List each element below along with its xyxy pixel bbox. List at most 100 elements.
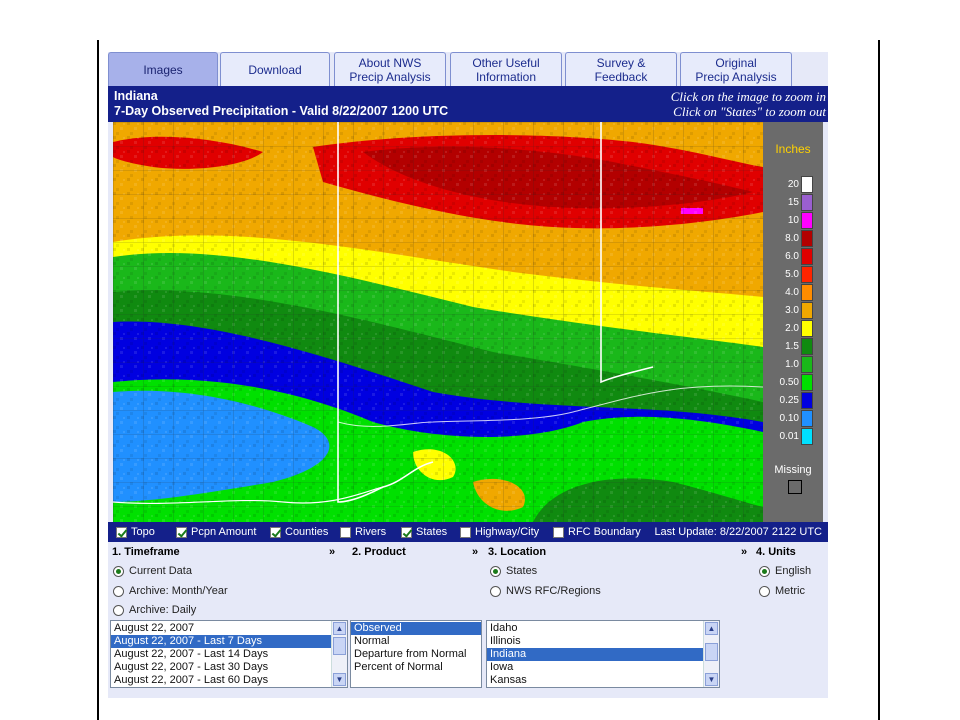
scroll-up-icon[interactable]: ▲ [333,622,346,635]
legend-swatch [801,230,813,247]
list-item[interactable]: August 22, 2007 - Last 7 Days [111,635,347,648]
radio-button[interactable] [759,585,770,597]
tab-original[interactable]: Original Precip Analysis [680,52,792,86]
checkbox-counties[interactable] [270,526,281,538]
section-product: 2. Product [352,546,406,558]
list-item[interactable]: Illinois [487,635,719,648]
tab-about-nws[interactable]: About NWS Precip Analysis [334,52,446,86]
tab-label-line2: Precip Analysis [695,69,777,84]
timeframe-list[interactable]: August 22, 2007 August 22, 2007 - Last 7… [110,620,348,688]
option-pcpn-amount[interactable]: Pcpn Amount [176,526,256,538]
list-item[interactable]: Normal [351,635,481,648]
zoom-hints: Click on the image to zoom in Click on "… [671,89,826,119]
list-item[interactable]: Percent of Normal [351,661,481,674]
tab-other-info[interactable]: Other Useful Information [450,52,562,86]
option-states[interactable]: States [401,526,447,538]
scroll-down-icon[interactable]: ▼ [705,673,718,686]
scrollbar[interactable]: ▲ ▼ [331,621,347,687]
option-highway-city[interactable]: Highway/City [460,526,539,538]
radio-label: Archive: Month/Year [129,585,228,597]
checkbox-topo[interactable] [116,526,127,538]
list-item[interactable]: Kansas [487,674,719,687]
legend-panel: Inches 20 15 10 8.0 6.0 5.0 4.0 3.0 2.0 1.5 1.0 0.5… [763,122,823,522]
legend-row: 8.0 [763,230,823,247]
radio-button[interactable] [490,565,501,577]
radio-current-data[interactable]: Current Data [113,565,192,577]
list-item[interactable]: August 22, 2007 - Last 14 Days [111,648,347,661]
radio-archive-daily[interactable]: Archive: Daily [113,604,196,616]
arrow-timeframe[interactable]: » [329,546,335,558]
list-item[interactable]: Indiana [487,648,719,661]
legend-row: 5.0 [763,266,823,283]
legend-row: 0.50 [763,374,823,391]
tab-label-line2: Feedback [594,69,648,84]
precipitation-map-image[interactable] [113,122,763,522]
tab-download[interactable]: Download [220,52,330,86]
section-units: 4. Units [756,546,796,558]
scrollbar[interactable]: ▲ ▼ [703,621,719,687]
list-item[interactable]: August 22, 2007 - Last 60 Days [111,674,347,687]
legend-label: 1.5 [785,341,799,352]
list-item[interactable]: Idaho [487,622,719,635]
legend-label: 6.0 [785,251,799,262]
scroll-down-icon[interactable]: ▼ [333,673,346,686]
legend-swatch [801,356,813,373]
scroll-thumb[interactable] [333,637,346,655]
legend-label: 5.0 [785,269,799,280]
legend-row: 1.0 [763,356,823,373]
tab-label-line1: Survey & [596,55,646,70]
option-label: Rivers [355,526,387,538]
list-item[interactable]: Departure from Normal [351,648,481,661]
precipitation-map[interactable] [113,122,763,522]
tab-label: Download [248,62,302,77]
radio-button[interactable] [113,565,124,577]
location-list[interactable]: Idaho Illinois Indiana Iowa Kansas ▲ ▼ [486,620,720,688]
checkbox-rivers[interactable] [340,526,351,538]
scroll-up-icon[interactable]: ▲ [705,622,718,635]
radio-label: Metric [775,585,805,597]
arrow-location[interactable]: » [741,546,747,558]
legend-label: 0.50 [779,377,799,388]
product-list[interactable]: Observed Normal Departure from Normal Pe… [350,620,482,688]
scroll-thumb[interactable] [705,643,718,661]
radio-button[interactable] [490,585,501,597]
zoom-in-hint: Click on the image to zoom in [670,89,826,104]
checkbox-rfc-boundary[interactable] [553,526,564,538]
checkbox-highway-city[interactable] [460,526,471,538]
radio-button[interactable] [759,565,770,577]
legend-swatch [801,428,813,445]
option-topo[interactable]: Topo [116,526,155,538]
radio-button[interactable] [113,585,124,597]
list-item[interactable]: August 22, 2007 - Last 30 Days [111,661,347,674]
legend-swatch [801,410,813,427]
list-item[interactable]: Iowa [487,661,719,674]
option-rivers[interactable]: Rivers [340,526,386,538]
legend-title: Inches [775,142,811,156]
radio-metric[interactable]: Metric [759,585,805,597]
radio-button[interactable] [113,604,124,616]
radio-nws-rfc-regions[interactable]: NWS RFC/Regions [490,585,601,597]
tab-label-line1: Other Useful [472,55,540,70]
page-border-left [97,40,99,720]
radio-label: English [775,565,812,577]
precip-app: Images Download About NWS Precip Analysis… [108,52,828,698]
arrow-product[interactable]: » [472,546,478,558]
section-location: 3. Location [488,546,547,558]
option-counties[interactable]: Counties [270,526,328,538]
option-label: States [416,526,448,538]
checkbox-states[interactable] [401,526,412,538]
checkbox-pcpn-amount[interactable] [176,526,187,538]
legend-label: 4.0 [785,287,799,298]
list-item[interactable]: August 22, 2007 [111,622,347,635]
radio-english[interactable]: English [759,565,811,577]
state-name: Indiana [114,89,158,103]
tab-survey[interactable]: Survey & Feedback [565,52,677,86]
tab-images[interactable]: Images [108,52,218,86]
list-item[interactable]: Observed [351,622,481,635]
legend-row: 0.10 [763,410,823,427]
legend-label: 15 [787,197,799,208]
radio-states[interactable]: States [490,565,537,577]
radio-archive-month-year[interactable]: Archive: Month/Year [113,585,228,597]
option-rfc-boundary[interactable]: RFC Boundary [553,526,641,538]
legend-swatch [801,284,813,301]
